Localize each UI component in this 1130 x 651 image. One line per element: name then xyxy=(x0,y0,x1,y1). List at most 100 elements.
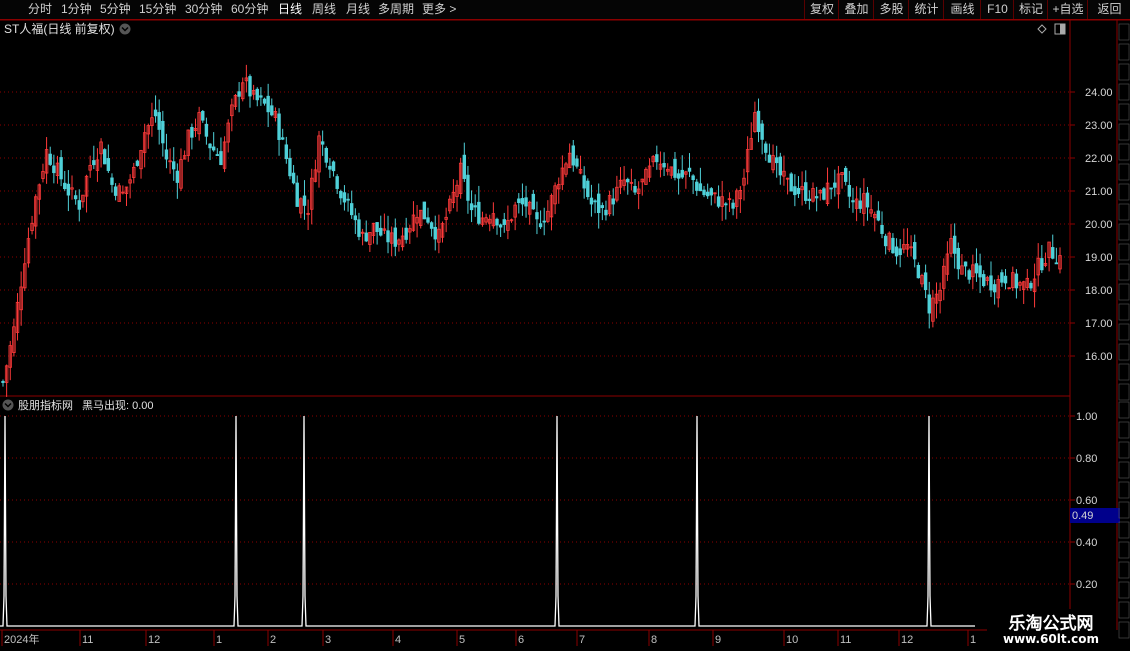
stock-list-cell[interactable] xyxy=(1118,83,1130,101)
price-axis: 24.00 23.00 22.00 21.00 20.00 19.00 18.00 17.00… xyxy=(1070,87,1113,363)
candle-body xyxy=(331,161,336,172)
candle-body xyxy=(894,246,899,257)
candle-body xyxy=(190,127,194,138)
candle-body xyxy=(880,224,884,234)
stock-list-cell[interactable] xyxy=(1118,183,1130,201)
price-tick-label: 16.00 xyxy=(1085,351,1113,363)
candle-body xyxy=(956,247,960,270)
candlestick-series xyxy=(1,64,1062,397)
date-label: 7 xyxy=(579,634,585,646)
candle-body xyxy=(237,91,241,97)
diamond-icon[interactable] xyxy=(1037,24,1047,34)
price-tick-label: 24.00 xyxy=(1085,87,1113,99)
candle-body xyxy=(833,182,837,188)
candle-body xyxy=(542,220,546,223)
candle-body xyxy=(375,222,379,233)
stock-list-cell[interactable] xyxy=(1118,501,1130,519)
candle-body xyxy=(604,209,608,216)
stock-list-cell[interactable] xyxy=(1118,303,1130,321)
candle-body xyxy=(858,200,862,209)
candle-body xyxy=(255,88,259,101)
stock-list-cell[interactable] xyxy=(1118,23,1130,41)
candle-body xyxy=(778,156,783,176)
indicator-panel-title: 股朋指标网 xyxy=(18,398,73,412)
stock-list-cell[interactable] xyxy=(1118,621,1130,639)
stock-list-cell[interactable] xyxy=(1118,43,1130,61)
candle-body xyxy=(48,153,52,165)
candle-body xyxy=(600,205,605,209)
indicator-line-label: 黑马出现: 0.00 xyxy=(82,398,154,412)
candle-body xyxy=(175,170,180,183)
candle-body xyxy=(913,242,917,260)
stock-list-cell[interactable] xyxy=(1118,441,1130,459)
stock-list-cell[interactable] xyxy=(1118,263,1130,281)
candle-body xyxy=(328,165,332,170)
stock-list-cell[interactable] xyxy=(1118,541,1130,559)
price-tick-label: 17.00 xyxy=(1085,318,1113,330)
stock-list-cell[interactable] xyxy=(1118,343,1130,361)
candle-body xyxy=(891,237,895,254)
price-panel-menu-icon[interactable] xyxy=(119,23,131,35)
candle-body xyxy=(978,265,982,278)
chart-area: 24.0023.0022.0021.0020.0019.0018.0017.00… xyxy=(0,19,1130,646)
candle-body xyxy=(103,149,107,165)
candle-body xyxy=(793,186,797,196)
right-stock-list-strip[interactable] xyxy=(1118,23,1130,639)
candle-body xyxy=(662,163,666,168)
stock-list-cell[interactable] xyxy=(1118,143,1130,161)
indicator-panel-menu-icon[interactable] xyxy=(2,399,14,411)
stock-list-cell[interactable] xyxy=(1118,123,1130,141)
candle-body xyxy=(291,172,296,184)
stock-list-cell[interactable] xyxy=(1118,163,1130,181)
candle-body xyxy=(804,182,808,201)
candle-body xyxy=(695,181,699,191)
candle-body xyxy=(63,182,67,190)
candle-body xyxy=(1000,272,1004,283)
date-label: 3 xyxy=(325,634,331,646)
stock-list-cell[interactable] xyxy=(1118,283,1130,301)
price-tick-label: 23.00 xyxy=(1085,120,1113,132)
candle-body xyxy=(266,95,270,113)
stock-list-cell[interactable] xyxy=(1118,63,1130,81)
candle-body xyxy=(357,219,361,237)
candle-body xyxy=(201,110,205,121)
stock-list-cell[interactable] xyxy=(1118,363,1130,381)
candle-body xyxy=(295,182,299,207)
price-panel-title: ST人福(日线 前复权) xyxy=(4,21,115,36)
candle-body xyxy=(575,158,579,167)
stock-list-cell[interactable] xyxy=(1118,521,1130,539)
stock-list-cell[interactable] xyxy=(1118,561,1130,579)
stock-list-cell[interactable] xyxy=(1118,481,1130,499)
stock-list-cell[interactable] xyxy=(1118,323,1130,341)
indicator-tick-label: 0.40 xyxy=(1076,537,1097,549)
stock-list-cell[interactable] xyxy=(1118,421,1130,439)
candle-body xyxy=(655,154,659,163)
stock-list-cell[interactable] xyxy=(1118,461,1130,479)
stock-list-cell[interactable] xyxy=(1118,203,1130,221)
stock-list-cell[interactable] xyxy=(1118,401,1130,419)
candle-body xyxy=(774,157,779,164)
candle-body xyxy=(676,173,681,179)
candle-body xyxy=(1054,262,1059,265)
stock-list-cell[interactable] xyxy=(1118,223,1130,241)
stock-list-cell[interactable] xyxy=(1118,243,1130,261)
candle-body xyxy=(1029,282,1033,289)
price-tick-label: 21.00 xyxy=(1085,186,1113,198)
candle-body xyxy=(974,263,979,274)
candle-body xyxy=(992,284,997,293)
candle-body xyxy=(153,109,158,117)
stock-list-cell[interactable] xyxy=(1118,383,1130,401)
candle-body xyxy=(110,177,114,185)
candle-body xyxy=(262,98,267,104)
window-toggle-icon[interactable] xyxy=(1054,23,1066,35)
candle-body xyxy=(596,193,601,214)
stock-list-cell[interactable] xyxy=(1118,103,1130,121)
candle-body xyxy=(626,178,630,183)
stock-list-cell[interactable] xyxy=(1118,581,1130,599)
candle-body xyxy=(106,158,111,171)
candle-body xyxy=(702,189,706,196)
candle-body xyxy=(280,137,285,140)
candle-body xyxy=(393,227,397,247)
candle-body xyxy=(1014,273,1019,289)
stock-list-cell[interactable] xyxy=(1118,601,1130,619)
